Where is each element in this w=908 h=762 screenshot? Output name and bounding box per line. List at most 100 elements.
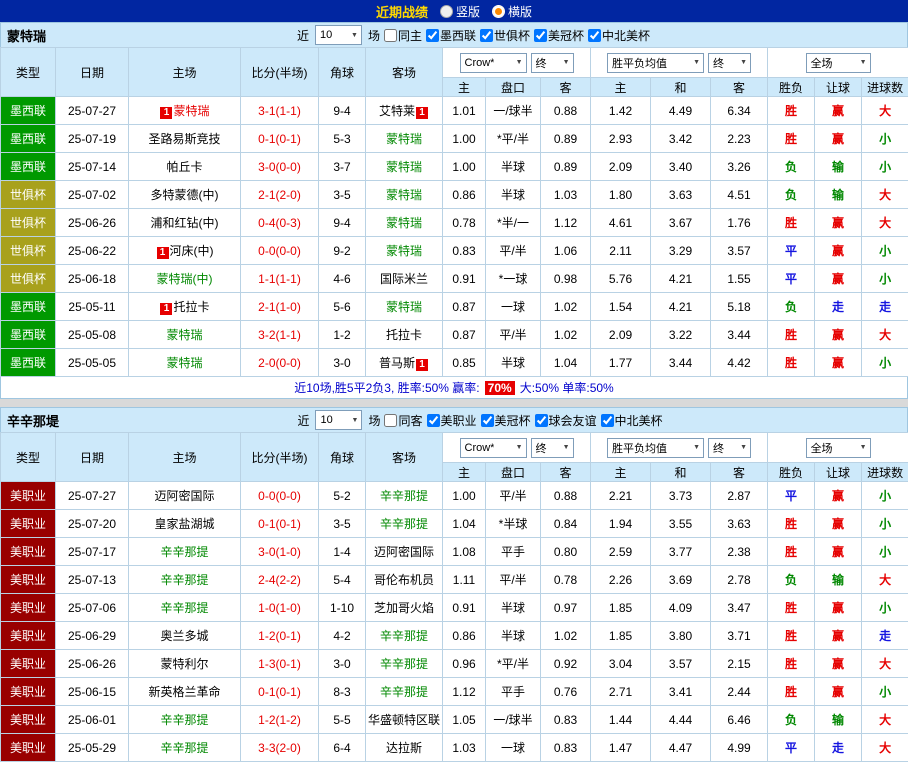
away-team-name[interactable]: 蒙特瑞 xyxy=(386,188,422,202)
home-team-name[interactable]: 蒙特瑞 xyxy=(166,328,202,342)
home-team-name[interactable]: 辛辛那提 xyxy=(160,573,208,587)
avg-select[interactable]: 胜平负均值▼ xyxy=(607,438,704,458)
home-team-name[interactable]: 辛辛那提 xyxy=(160,545,208,559)
checkbox-input[interactable] xyxy=(427,414,440,427)
home-team-name[interactable]: 辛辛那提 xyxy=(160,713,208,727)
ah-home-odds: 0.83 xyxy=(443,237,486,265)
away-team-name[interactable]: 蒙特瑞 xyxy=(386,160,422,174)
eu-away-odds: 4.99 xyxy=(711,734,768,762)
filter-checkbox-4[interactable]: 中北美杯 xyxy=(601,412,663,429)
away-team-name[interactable]: 蒙特瑞 xyxy=(386,132,422,146)
match-count-select[interactable]: 10▼ xyxy=(315,25,362,45)
home-team-name[interactable]: 辛辛那提 xyxy=(160,741,208,755)
home-team-name[interactable]: 托拉卡 xyxy=(173,300,209,314)
checkbox-input[interactable] xyxy=(601,414,614,427)
chevron-down-icon: ▼ xyxy=(860,444,867,451)
away-team-name[interactable]: 普马斯 xyxy=(379,356,415,370)
bookmaker-select[interactable]: Crow*▼ xyxy=(460,438,527,458)
away-team-name[interactable]: 国际米兰 xyxy=(380,272,428,286)
ah-final-select[interactable]: 终▼ xyxy=(531,438,574,458)
home-team-name[interactable]: 蒙特瑞(中) xyxy=(157,272,213,286)
filter-checkbox-2[interactable]: 美冠杯 xyxy=(481,412,531,429)
eu-draw-odds: 4.47 xyxy=(651,734,711,762)
avg-select[interactable]: 胜平负均值▼ xyxy=(607,53,704,73)
ah-home-odds: 1.00 xyxy=(443,153,486,181)
checkbox-input[interactable] xyxy=(535,414,548,427)
filter-checkbox-0[interactable]: 同客 xyxy=(384,412,422,429)
away-team-name[interactable]: 达拉斯 xyxy=(386,741,422,755)
away-team-name[interactable]: 华盛顿特区联 xyxy=(368,713,440,727)
away-team-name[interactable]: 哥伦布机员 xyxy=(374,573,434,587)
checkbox-input[interactable] xyxy=(426,29,439,42)
filter-checkbox-1[interactable]: 墨西联 xyxy=(426,27,476,44)
home-team-name[interactable]: 蒙特瑞 xyxy=(173,104,209,118)
eu-draw-odds: 3.41 xyxy=(651,678,711,706)
home-team-name[interactable]: 奥兰多城 xyxy=(160,629,208,643)
checkbox-input[interactable] xyxy=(384,414,397,427)
radio-horizontal[interactable]: 横版 xyxy=(492,3,532,20)
chevron-down-icon: ▼ xyxy=(860,59,867,66)
away-team-cell: 蒙特瑞 xyxy=(366,209,443,237)
eu-final-select[interactable]: 终▼ xyxy=(708,438,751,458)
filter-checkbox-3[interactable]: 球会友谊 xyxy=(535,412,597,429)
checkbox-input[interactable] xyxy=(481,414,494,427)
ah-home-odds: 1.00 xyxy=(443,482,486,510)
scope-select[interactable]: 全场▼ xyxy=(806,53,871,73)
radio-vertical[interactable]: 竖版 xyxy=(440,3,480,20)
away-team-name[interactable]: 芝加哥火焰 xyxy=(374,601,434,615)
away-team-name[interactable]: 蒙特瑞 xyxy=(386,300,422,314)
filter-checkbox-2[interactable]: 世俱杯 xyxy=(480,27,530,44)
corner-count: 1-2 xyxy=(319,321,366,349)
scope-select[interactable]: 全场▼ xyxy=(806,438,871,458)
home-team-name[interactable]: 蒙特利尔 xyxy=(160,657,208,671)
filter-checkbox-0[interactable]: 同主 xyxy=(384,27,422,44)
checkbox-input[interactable] xyxy=(480,29,493,42)
result-wdl: 胜 xyxy=(768,510,815,538)
away-team-name[interactable]: 辛辛那提 xyxy=(380,629,428,643)
checkbox-input[interactable] xyxy=(384,29,397,42)
away-team-name[interactable]: 艾特莱 xyxy=(379,104,415,118)
sub-col-header-4: 和 xyxy=(651,463,711,482)
home-team-name[interactable]: 圣路易斯竞技 xyxy=(148,132,220,146)
home-team-name[interactable]: 河床(中) xyxy=(170,244,214,258)
home-team-name[interactable]: 浦和红钻(中) xyxy=(151,216,219,230)
home-team-name[interactable]: 蒙特瑞 xyxy=(166,356,202,370)
bookmaker-select[interactable]: Crow*▼ xyxy=(460,53,527,73)
home-team-name[interactable]: 皇家盐湖城 xyxy=(154,517,214,531)
away-team-name[interactable]: 蒙特瑞 xyxy=(386,244,422,258)
checkbox-input[interactable] xyxy=(588,29,601,42)
filter-checkbox-3[interactable]: 美冠杯 xyxy=(534,27,584,44)
eu-final-select[interactable]: 终▼ xyxy=(708,53,751,73)
eu-draw-odds: 4.21 xyxy=(651,293,711,321)
away-team-name[interactable]: 辛辛那提 xyxy=(380,685,428,699)
ah-odds-header-cell: Crow*▼终▼ xyxy=(443,433,591,463)
result-wdl: 平 xyxy=(768,237,815,265)
checkbox-label: 同主 xyxy=(398,27,422,44)
away-team-name[interactable]: 蒙特瑞 xyxy=(386,216,422,230)
checkbox-label: 中北美杯 xyxy=(615,412,663,429)
eu-away-odds: 6.46 xyxy=(711,706,768,734)
match-row: 美职业25-05-29辛辛那提3-3(2-0)6-4达拉斯1.03一球0.831… xyxy=(1,734,908,762)
result-goals: 小 xyxy=(862,349,908,377)
home-team-name[interactable]: 迈阿密国际 xyxy=(154,489,214,503)
eu-away-odds: 2.38 xyxy=(711,538,768,566)
match-count-select[interactable]: 10▼ xyxy=(315,410,362,430)
home-team-name[interactable]: 辛辛那提 xyxy=(160,601,208,615)
away-team-name[interactable]: 迈阿密国际 xyxy=(374,545,434,559)
away-team-name[interactable]: 辛辛那提 xyxy=(380,517,428,531)
filter-checkbox-1[interactable]: 美职业 xyxy=(427,412,477,429)
ah-home-odds: 0.87 xyxy=(443,321,486,349)
match-count-select-value: 10 xyxy=(320,29,332,41)
away-team-name[interactable]: 辛辛那提 xyxy=(380,489,428,503)
home-team-name[interactable]: 新英格兰革命 xyxy=(148,685,220,699)
result-wdl: 胜 xyxy=(768,622,815,650)
away-team-name[interactable]: 托拉卡 xyxy=(386,328,422,342)
corner-count: 1-4 xyxy=(319,538,366,566)
ah-final-select[interactable]: 终▼ xyxy=(531,53,574,73)
away-team-name[interactable]: 辛辛那提 xyxy=(380,657,428,671)
checkbox-input[interactable] xyxy=(534,29,547,42)
home-team-name[interactable]: 多特蒙德(中) xyxy=(151,188,219,202)
filter-checkbox-4[interactable]: 中北美杯 xyxy=(588,27,650,44)
eu-odds-header-cell: 胜平负均值▼终▼ xyxy=(591,48,768,78)
home-team-name[interactable]: 帕丘卡 xyxy=(166,160,202,174)
